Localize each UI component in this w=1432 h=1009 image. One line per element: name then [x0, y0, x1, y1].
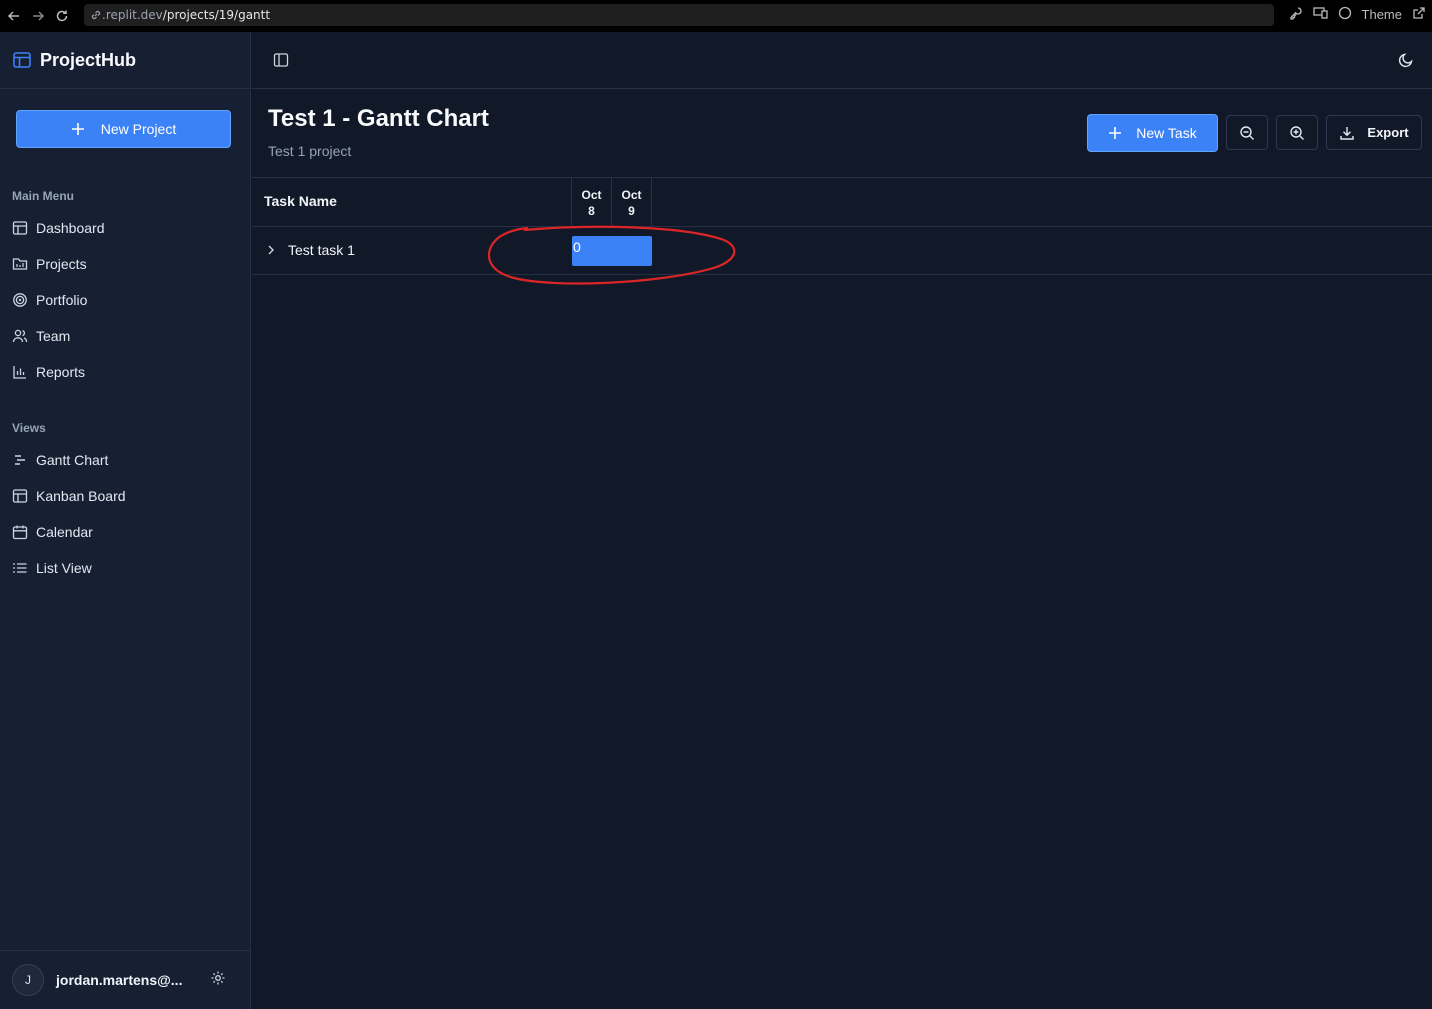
- back-icon[interactable]: [4, 6, 24, 26]
- task-name-column-header: Task Name: [264, 193, 337, 209]
- zoom-out-button[interactable]: [1226, 115, 1268, 150]
- new-task-label: New Task: [1136, 125, 1197, 141]
- export-button[interactable]: Export: [1326, 115, 1422, 150]
- layout-icon: [12, 221, 28, 235]
- sidebar-item-label: Kanban Board: [36, 488, 126, 504]
- user-profile: J jordan.martens@...: [0, 950, 251, 1009]
- forward-icon[interactable]: [28, 6, 48, 26]
- moon-icon[interactable]: [1398, 52, 1414, 73]
- target-icon: [13, 293, 27, 307]
- zoom-in-icon: [1290, 125, 1304, 140]
- date-month: Oct: [621, 188, 642, 202]
- views-heading: Views: [12, 421, 46, 435]
- sidebar-item-label: Reports: [36, 364, 86, 380]
- new-project-button[interactable]: New Project: [16, 110, 231, 148]
- sidebar-item-gantt-chart[interactable]: Gantt Chart: [12, 450, 108, 470]
- download-icon: [1340, 126, 1355, 140]
- gear-icon[interactable]: [210, 970, 226, 991]
- sidebar-item-label: List View: [36, 560, 92, 576]
- sidebar-toggle-icon[interactable]: [273, 52, 289, 73]
- theme-label[interactable]: Theme: [1362, 7, 1402, 22]
- avatar[interactable]: J: [12, 964, 44, 996]
- url-host: .replit.dev: [102, 8, 163, 22]
- date-column-oct-8: Oct 8: [571, 178, 611, 227]
- zoom-in-button[interactable]: [1276, 115, 1318, 150]
- page-title: Test 1 - Gantt Chart: [268, 105, 489, 132]
- sidebar-item-projects[interactable]: Projects: [12, 254, 87, 274]
- new-task-button[interactable]: New Task: [1087, 114, 1218, 152]
- sidebar-item-label: Gantt Chart: [36, 452, 109, 468]
- page-subtitle: Test 1 project: [268, 143, 352, 159]
- kanban-icon: [12, 489, 28, 503]
- task-name[interactable]: Test task 1: [288, 242, 355, 258]
- url-path: /projects/19/gantt: [162, 8, 271, 22]
- sidebar-item-kanban-board[interactable]: Kanban Board: [12, 486, 126, 506]
- plus-icon: [71, 123, 84, 135]
- sidebar: ProjectHub New Project Main Menu Dashboa…: [0, 32, 251, 1009]
- sidebar-item-list-view[interactable]: List View: [12, 558, 92, 578]
- address-bar[interactable]: .replit.dev/projects/19/gantt: [84, 4, 1274, 26]
- new-project-label: New Project: [100, 121, 177, 137]
- zoom-out-icon: [1240, 125, 1254, 140]
- users-icon: [12, 329, 28, 343]
- key-icon[interactable]: [1289, 6, 1303, 23]
- sidebar-item-calendar[interactable]: Calendar: [12, 522, 93, 542]
- table-row[interactable]: Test task 1 0: [252, 227, 1432, 275]
- external-link-icon[interactable]: [1412, 6, 1426, 23]
- sidebar-item-team[interactable]: Team: [12, 326, 70, 346]
- main-menu-heading: Main Menu: [12, 189, 74, 203]
- palette-icon[interactable]: [1338, 6, 1352, 23]
- list-icon: [13, 563, 27, 573]
- brand-name: ProjectHub: [40, 49, 137, 70]
- gantt-icon: [15, 455, 25, 465]
- export-label: Export: [1367, 125, 1409, 140]
- reload-icon[interactable]: [52, 6, 72, 26]
- layout-icon: [13, 52, 31, 68]
- gantt-header: Task Name Oct 8 Oct 9: [252, 177, 1432, 227]
- sidebar-item-label: Portfolio: [36, 292, 88, 308]
- brand[interactable]: ProjectHub: [0, 32, 250, 89]
- annotation-circle: [487, 225, 736, 285]
- devices-icon[interactable]: [1312, 6, 1328, 23]
- browser-toolbar: .replit.dev/projects/19/gantt Theme: [0, 0, 1432, 32]
- sidebar-item-portfolio[interactable]: Portfolio: [12, 290, 87, 310]
- sidebar-item-label: Dashboard: [36, 220, 105, 236]
- sidebar-item-label: Projects: [36, 256, 87, 272]
- date-day: 8: [588, 204, 595, 218]
- top-bar: [252, 32, 1432, 89]
- sidebar-item-reports[interactable]: Reports: [12, 362, 85, 382]
- date-column-oct-9: Oct 9: [611, 178, 652, 227]
- link-icon: [91, 10, 101, 20]
- user-email[interactable]: jordan.martens@...: [56, 972, 196, 988]
- sidebar-item-dashboard[interactable]: Dashboard: [12, 218, 105, 238]
- chevron-right-icon[interactable]: [266, 243, 276, 262]
- date-month: Oct: [581, 188, 602, 202]
- sidebar-item-label: Calendar: [36, 524, 93, 540]
- gantt-chart: Task Name Oct 8 Oct 9 Test task 1 0: [252, 177, 1432, 275]
- calendar-icon: [12, 525, 28, 540]
- sidebar-item-label: Team: [36, 328, 71, 344]
- plus-icon: [1109, 127, 1122, 139]
- date-day: 9: [628, 204, 635, 218]
- bar-chart-icon: [13, 366, 26, 379]
- folder-icon: [12, 258, 28, 270]
